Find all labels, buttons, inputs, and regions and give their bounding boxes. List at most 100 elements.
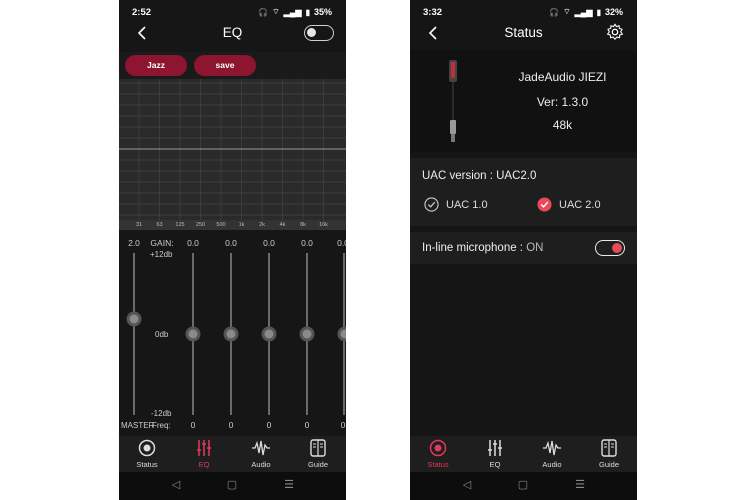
status-screen: 3:32 🎧 ⌔ ▂▄▆ ▮ 32% Status JadeAudio JIEZ… bbox=[410, 0, 637, 500]
band-2-gain: 0.0 bbox=[225, 238, 237, 248]
nav-menu-icon[interactable]: ☰ bbox=[575, 478, 585, 491]
tab-label: Audio bbox=[251, 460, 271, 469]
tab-label: Status bbox=[427, 460, 449, 469]
freq-tick-label: 4k bbox=[279, 222, 286, 228]
preset-button[interactable]: Jazz bbox=[125, 55, 187, 76]
gain-label: GAIN: bbox=[150, 238, 174, 248]
tab-audio[interactable]: Audio bbox=[527, 438, 577, 469]
uac2-option[interactable]: UAC 2.0 bbox=[537, 197, 601, 212]
band-5-slider-knob[interactable] bbox=[337, 326, 346, 342]
eq-curve-graph bbox=[119, 79, 346, 220]
nav-home-icon[interactable]: ▢ bbox=[518, 478, 528, 491]
tab-eq[interactable]: EQ bbox=[470, 438, 520, 469]
tab-status[interactable]: Status bbox=[122, 438, 172, 469]
book-icon bbox=[601, 439, 617, 457]
status-time: 2:52 bbox=[132, 7, 152, 18]
master-slider-knob[interactable] bbox=[126, 311, 142, 326]
tab-label: EQ bbox=[198, 460, 210, 469]
dongle-image bbox=[449, 60, 457, 142]
mic-label: In-line microphone : ON bbox=[422, 242, 543, 254]
nav-menu-icon[interactable]: ☰ bbox=[284, 478, 294, 491]
nav-home-icon[interactable]: ▢ bbox=[227, 478, 237, 491]
gear-icon[interactable] bbox=[606, 23, 624, 41]
equalizer-icon bbox=[197, 440, 211, 456]
battery-icon: ▮ bbox=[596, 7, 601, 17]
headphones-icon: 🎧 bbox=[549, 7, 560, 17]
check-circle-icon bbox=[424, 197, 439, 212]
bottom-nav: Status EQ Audio Guide bbox=[119, 436, 346, 472]
zero-db-label: 0db bbox=[155, 330, 169, 339]
uac2-label: UAC 2.0 bbox=[559, 198, 601, 211]
toggle-knob bbox=[612, 243, 622, 253]
microphone-row: In-line microphone : ON bbox=[410, 232, 637, 264]
tab-label: Guide bbox=[598, 460, 619, 469]
freq-label: Freq: bbox=[152, 421, 171, 430]
equalizer-icon bbox=[488, 440, 502, 456]
band-2-slider-knob[interactable] bbox=[223, 326, 239, 342]
tab-label: EQ bbox=[489, 460, 501, 469]
freq-tick-label: 2k bbox=[259, 222, 265, 228]
mic-label-text: In-line microphone : bbox=[422, 242, 527, 254]
tab-label: Status bbox=[136, 460, 158, 469]
battery-icon: ▮ bbox=[305, 7, 310, 17]
minus-12db-label: -12db bbox=[151, 409, 172, 418]
signal-icon: ▂▄▆ bbox=[574, 7, 593, 17]
tab-label: Guide bbox=[307, 460, 328, 469]
tab-guide[interactable]: Guide bbox=[293, 438, 343, 469]
headphones-icon: 🎧 bbox=[258, 7, 269, 17]
band-4-gain: 0.0 bbox=[301, 238, 313, 248]
tab-audio[interactable]: Audio bbox=[236, 438, 286, 469]
eq-enable-toggle[interactable] bbox=[304, 25, 334, 41]
page-title: Status bbox=[504, 25, 543, 40]
band-1-gain: 0.0 bbox=[187, 238, 199, 248]
battery-percent: 32% bbox=[604, 7, 623, 17]
plus-12db-label: +12db bbox=[150, 250, 173, 259]
device-card: JadeAudio JIEZI Ver: 1.3.0 48k bbox=[410, 50, 637, 152]
band-3-freq: 0 bbox=[266, 420, 272, 430]
band-1-slider-knob[interactable] bbox=[185, 326, 201, 342]
device-name: JadeAudio JIEZI bbox=[518, 70, 607, 84]
freq-tick-label: 8k bbox=[300, 222, 306, 228]
book-icon bbox=[310, 439, 326, 457]
tab-status[interactable]: Status bbox=[413, 438, 463, 469]
preset-bar: Jazz save bbox=[119, 52, 346, 79]
band-4-slider-knob[interactable] bbox=[299, 326, 315, 342]
signal-icon: ▂▄▆ bbox=[283, 7, 302, 17]
band-2-freq: 0 bbox=[228, 420, 234, 430]
freq-tick-label: 63 bbox=[156, 222, 163, 228]
tab-eq[interactable]: EQ bbox=[179, 438, 229, 469]
nav-back-icon[interactable]: ◁ bbox=[172, 478, 180, 491]
tab-label: Audio bbox=[542, 460, 562, 469]
nav-back-icon[interactable]: ◁ bbox=[463, 478, 471, 491]
uac1-label: UAC 1.0 bbox=[446, 198, 488, 211]
eq-screen: 2:52 🎧 ⌔ ▂▄▆ ▮ 35% EQ Jazz save 31 63 125 2… bbox=[119, 0, 346, 500]
master-slider-track[interactable] bbox=[133, 253, 135, 415]
wifi-icon: ⌔ bbox=[272, 7, 280, 16]
status-time: 3:32 bbox=[423, 7, 443, 18]
save-button[interactable]: save bbox=[194, 55, 256, 76]
mic-toggle[interactable] bbox=[595, 240, 625, 256]
status-icons: 🎧 ⌔ ▂▄▆ ▮ 35% bbox=[258, 7, 332, 17]
freq-tick-label: 500 bbox=[216, 222, 226, 228]
frequency-axis: 31 63 125 250 500 1k 2k 4k 8k 16k bbox=[119, 220, 346, 230]
band-3-gain: 0.0 bbox=[263, 238, 275, 248]
battery-percent: 35% bbox=[313, 7, 332, 17]
waveform-icon bbox=[252, 440, 270, 456]
firmware-version: Ver: 1.3.0 bbox=[536, 95, 589, 109]
uac1-option[interactable]: UAC 1.0 bbox=[424, 197, 488, 212]
freq-tick-label: 1k bbox=[238, 222, 245, 228]
band-3-slider-knob[interactable] bbox=[261, 326, 277, 342]
check-circle-selected-icon bbox=[537, 197, 552, 212]
uac-card: UAC version : UAC2.0 UAC 1.0 UAC 2.0 bbox=[410, 158, 637, 226]
status-icons: 🎧 ⌔ ▂▄▆ ▮ 32% bbox=[549, 7, 623, 17]
status-circle-icon bbox=[429, 439, 447, 457]
tab-guide[interactable]: Guide bbox=[584, 438, 634, 469]
system-nav-bar: ◁ ▢ ☰ bbox=[119, 472, 346, 500]
wifi-icon: ⌔ bbox=[563, 7, 571, 16]
band-5-freq: 0 bbox=[340, 420, 346, 430]
freq-tick-label: 125 bbox=[175, 222, 185, 228]
toggle-knob bbox=[307, 28, 316, 37]
waveform-icon bbox=[543, 440, 561, 456]
band-4-freq: 0 bbox=[304, 420, 310, 430]
status-circle-icon bbox=[138, 439, 156, 457]
